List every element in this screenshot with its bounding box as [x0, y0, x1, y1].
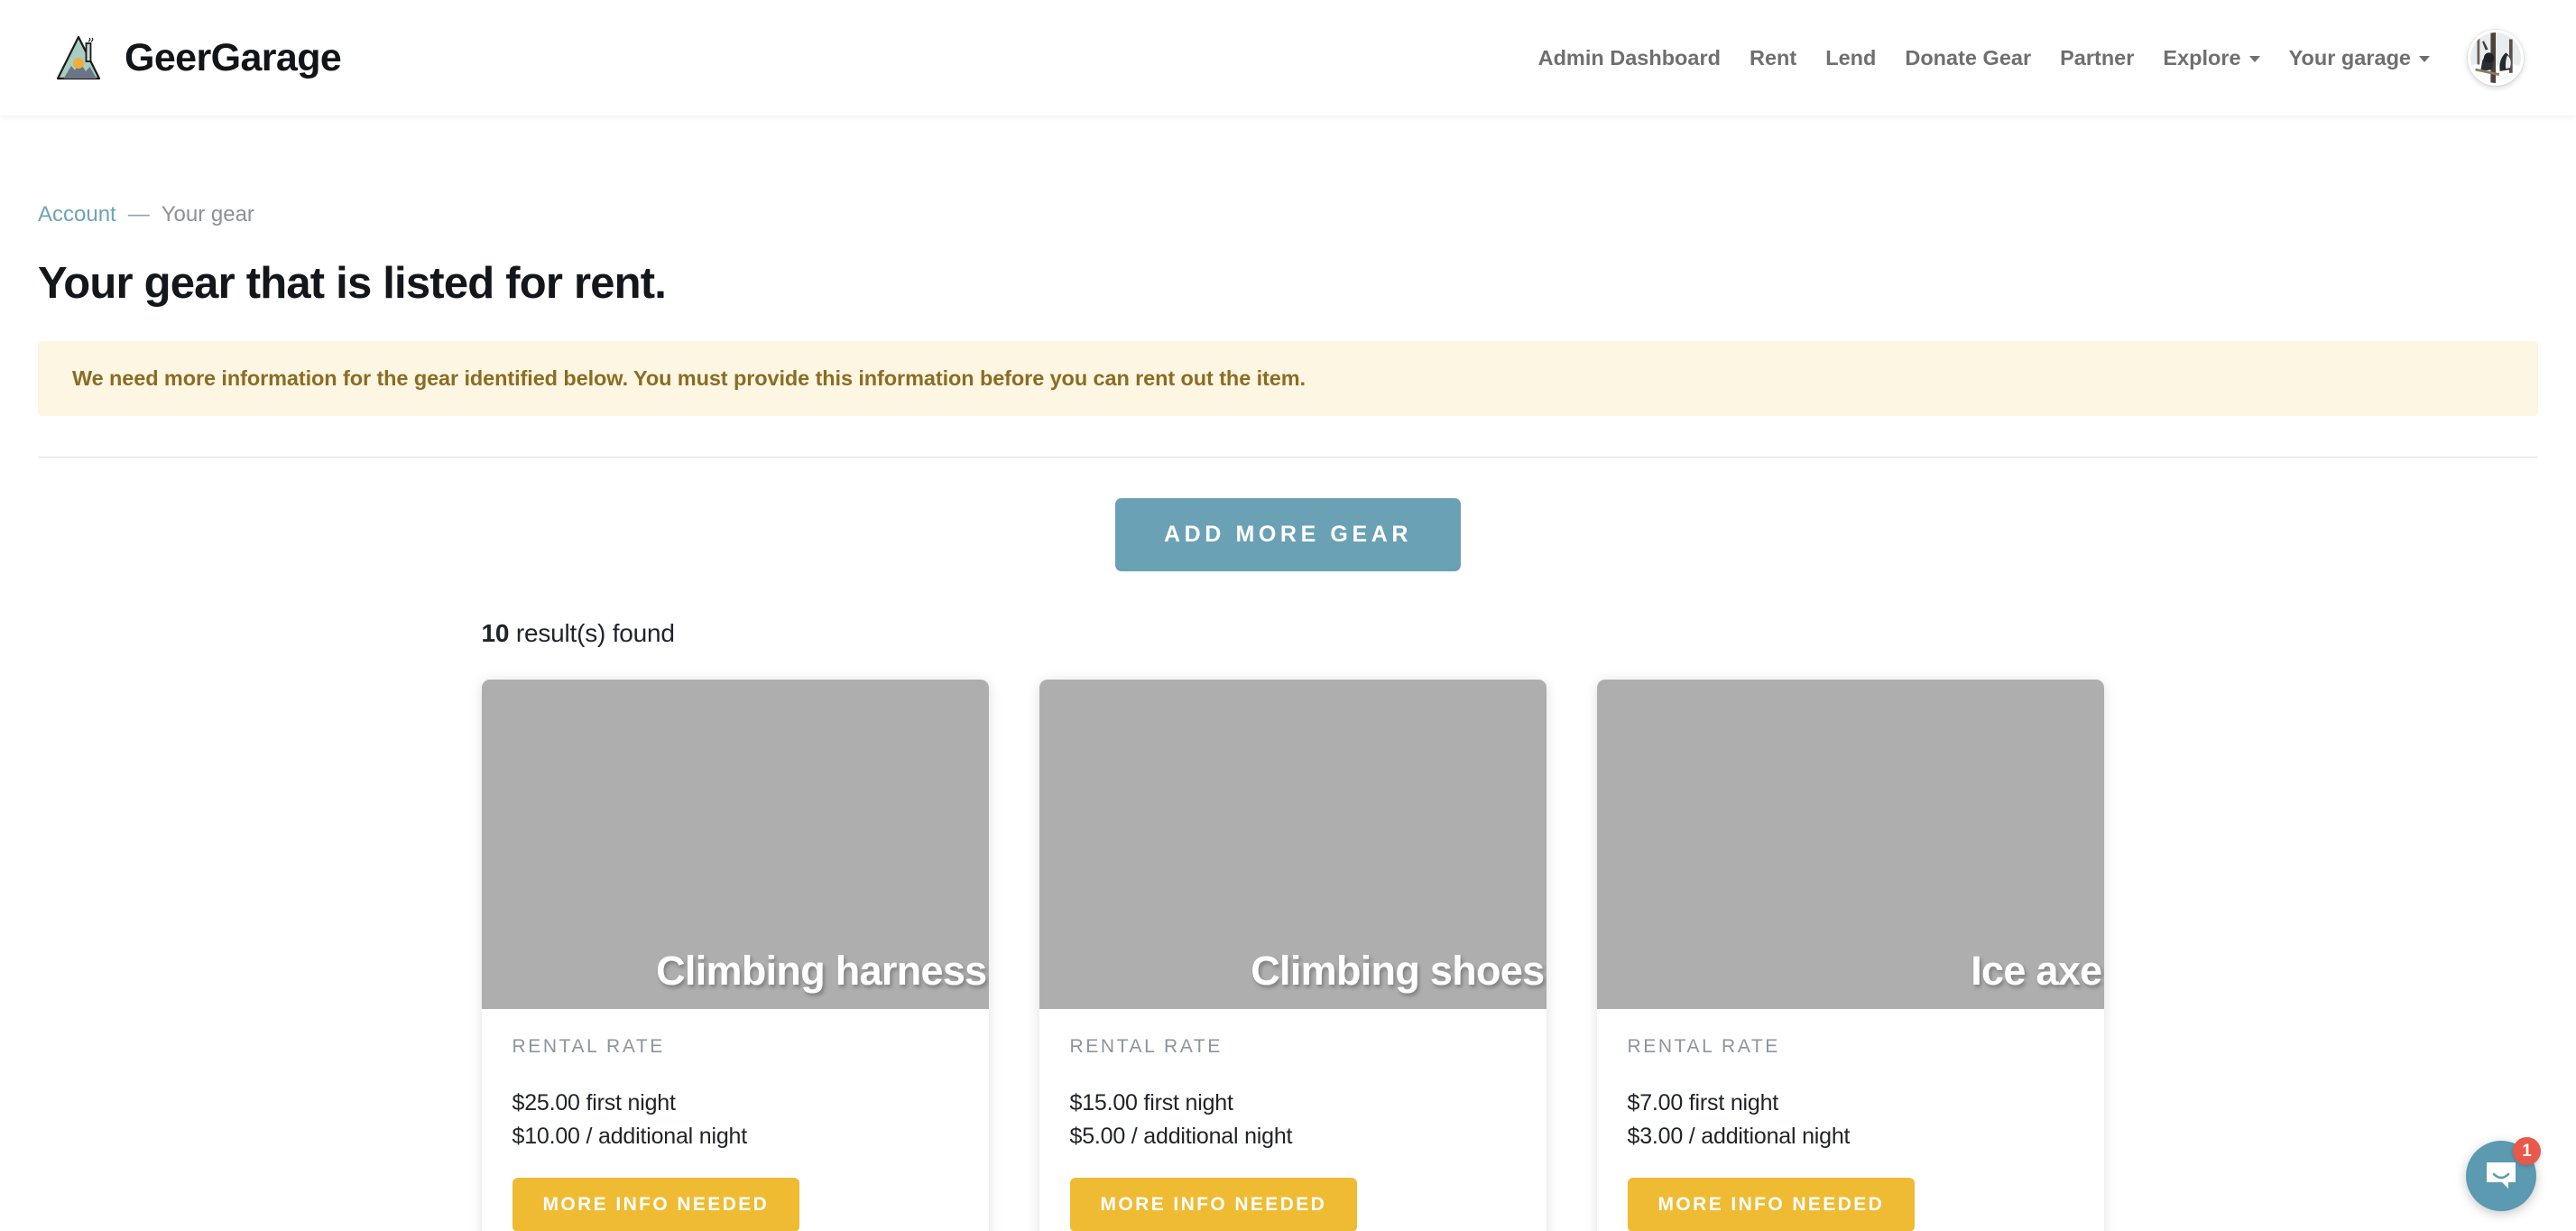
nav-item-admin-dashboard[interactable]: Admin Dashboard [1524, 46, 1735, 70]
gear-card-grid: Climbing harness RENTAL RATE $25.00 firs… [481, 680, 2104, 1231]
add-gear-cta-row: ADD MORE GEAR [38, 498, 2538, 571]
nav-label: Partner [2060, 45, 2135, 69]
gear-card-image: Climbing harness [481, 680, 989, 1009]
more-info-needed-button[interactable]: MORE INFO NEEDED [512, 1178, 800, 1231]
nav-label: Donate Gear [1905, 45, 2032, 69]
gear-card-body: RENTAL RATE $15.00 first night $5.00 / a… [1039, 1009, 1547, 1231]
nav-item-partner[interactable]: Partner [2045, 46, 2148, 70]
gear-card[interactable]: Climbing shoes RENTAL RATE $15.00 first … [1039, 680, 1547, 1231]
results-count-number: 10 [481, 619, 510, 647]
additional-night-rate: $3.00 / additional night [1627, 1124, 1851, 1149]
rental-rate-label: RENTAL RATE [512, 1036, 665, 1057]
gear-card-body: RENTAL RATE $25.00 first night $10.00 / … [482, 1009, 989, 1231]
first-night-rate: $15.00 first night [1069, 1090, 1233, 1115]
gear-card-title: Climbing harness [656, 948, 987, 994]
gear-card-image: Climbing shoes [1039, 680, 1547, 1009]
breadcrumb-link-account[interactable]: Account [38, 204, 116, 226]
gear-card-title: Ice axe [1971, 948, 2102, 994]
chat-unread-badge: 1 [2513, 1137, 2541, 1165]
mountain-logo-icon [52, 32, 105, 84]
additional-night-rate: $10.00 / additional night [512, 1124, 748, 1149]
results-count-suffix: result(s) found [509, 619, 675, 647]
gear-card-body: RENTAL RATE $7.00 first night $3.00 / ad… [1597, 1009, 2104, 1231]
gear-card-image: Ice axe [1596, 680, 2104, 1009]
page-title: Your gear that is listed for rent. [38, 259, 667, 308]
gear-card[interactable]: Climbing harness RENTAL RATE $25.00 firs… [481, 680, 989, 1231]
nav-item-donate-gear[interactable]: Donate Gear [1890, 46, 2045, 70]
more-info-needed-button[interactable]: MORE INFO NEEDED [1627, 1178, 1916, 1231]
chevron-down-icon [2248, 56, 2260, 62]
rental-rate-values: $15.00 first night $5.00 / additional ni… [1070, 1087, 1516, 1153]
rental-rate-label: RENTAL RATE [1627, 1036, 1780, 1057]
rental-rate-values: $25.00 first night $10.00 / additional n… [512, 1087, 958, 1153]
nav-label: Admin Dashboard [1537, 45, 1721, 69]
gear-card-title: Climbing shoes [1251, 948, 1545, 994]
site-header: GeerGarage Admin Dashboard Rent Lend Don… [0, 0, 2576, 116]
gear-card[interactable]: Ice axe RENTAL RATE $7.00 first night $3… [1596, 680, 2104, 1231]
nav-item-rent[interactable]: Rent [1735, 46, 1811, 70]
nav-label: Lend [1825, 45, 1877, 69]
avatar[interactable] [2468, 30, 2524, 86]
brand-home-link[interactable]: GeerGarage [52, 32, 342, 84]
breadcrumb: Account — Your gear [38, 116, 2538, 226]
breadcrumb-current: Your gear [161, 202, 254, 227]
first-night-rate: $25.00 first night [512, 1090, 676, 1115]
nav-item-explore[interactable]: Explore [2148, 46, 2274, 70]
breadcrumb-separator: — [127, 202, 150, 227]
chat-launcher[interactable]: 1 [2466, 1137, 2541, 1211]
alert-message: We need more information for the gear id… [72, 366, 1306, 390]
rental-rate-label: RENTAL RATE [1069, 1036, 1223, 1057]
main-navigation: Admin Dashboard Rent Lend Donate Gear Pa… [1524, 30, 2524, 86]
info-alert-banner: We need more information for the gear id… [38, 341, 2538, 416]
more-info-needed-button[interactable]: MORE INFO NEEDED [1069, 1178, 1358, 1231]
nav-item-lend[interactable]: Lend [1811, 46, 1890, 70]
rental-rate-values: $7.00 first night $3.00 / additional nig… [1628, 1087, 2073, 1153]
section-divider [38, 457, 2538, 458]
additional-night-rate: $5.00 / additional night [1069, 1124, 1293, 1149]
brand-name: GeerGarage [125, 35, 342, 79]
page-content: Account — Your gear Your gear that is li… [0, 116, 2576, 1231]
chevron-down-icon [2419, 56, 2430, 62]
results-section: 10 result(s) found Climbing harness RENT… [476, 619, 2104, 1231]
add-more-gear-button[interactable]: ADD MORE GEAR [1114, 498, 1462, 571]
first-night-rate: $7.00 first night [1627, 1090, 1779, 1115]
results-count: 10 result(s) found [482, 619, 2101, 648]
nav-label: Explore [2163, 45, 2241, 69]
nav-label: Your garage [2288, 45, 2411, 69]
nav-label: Rent [1749, 45, 1797, 69]
nav-item-your-garage[interactable]: Your garage [2275, 46, 2444, 70]
